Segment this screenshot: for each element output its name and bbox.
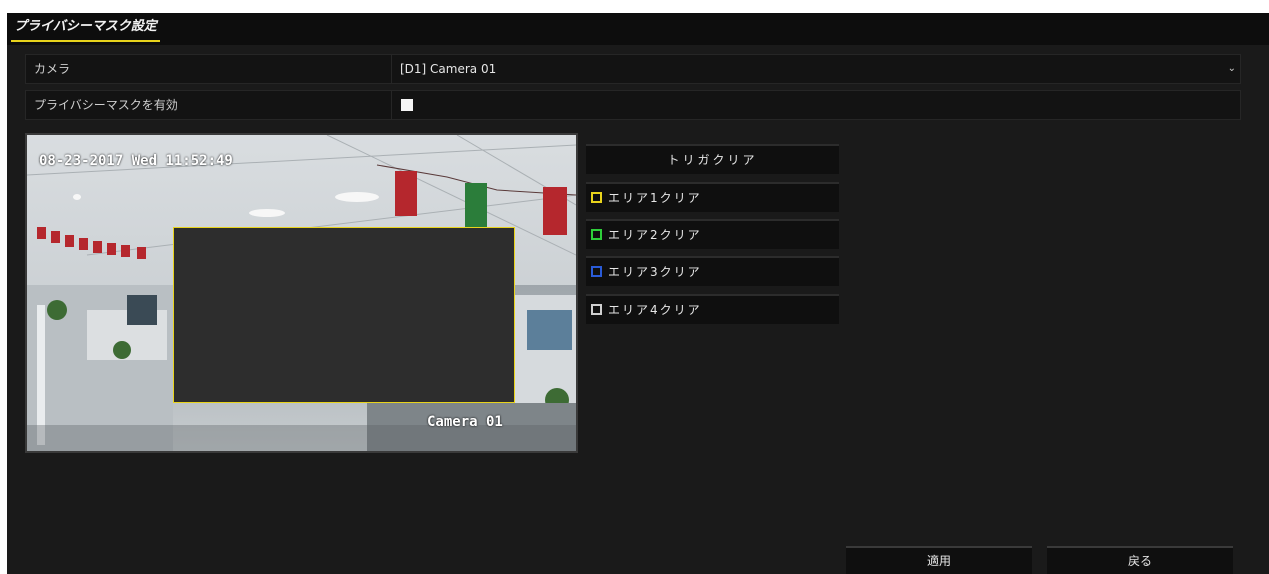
camera-preview[interactable]: 08-23-2017 Wed 11:52:49 Camera 01	[25, 133, 578, 453]
tab-privacy-mask-settings[interactable]: プライバシーマスク設定	[11, 16, 160, 42]
area-4-clear-label: エリア4クリア	[608, 303, 702, 317]
enable-mask-row: プライバシーマスクを有効	[25, 90, 1241, 120]
enable-mask-checkbox[interactable]	[401, 99, 413, 111]
area-2-color-swatch	[591, 229, 602, 240]
privacy-mask-window: プライバシーマスク設定 カメラ [D1] Camera 01 ⌄ プライバシーマ…	[7, 13, 1269, 574]
area-4-clear-button[interactable]: エリア4クリア	[586, 294, 839, 324]
camera-select-value: [D1] Camera 01	[400, 62, 497, 76]
back-label: 戻る	[1127, 554, 1152, 568]
camera-select[interactable]: [D1] Camera 01 ⌄	[391, 55, 1240, 83]
tab-active-indicator	[11, 40, 160, 42]
area-2-clear-label: エリア2クリア	[608, 228, 702, 242]
trigger-clear-label: トリガクリア	[667, 153, 758, 167]
area-1-clear-button[interactable]: エリア1クリア	[586, 182, 839, 212]
camera-row: カメラ [D1] Camera 01 ⌄	[25, 54, 1241, 84]
camera-label: カメラ	[34, 62, 71, 76]
area-3-clear-button[interactable]: エリア3クリア	[586, 256, 839, 286]
area-1-color-swatch	[591, 192, 602, 203]
privacy-mask-area-1[interactable]	[173, 227, 515, 403]
chevron-down-icon: ⌄	[1227, 63, 1236, 74]
area-2-clear-button[interactable]: エリア2クリア	[586, 219, 839, 249]
osd-timestamp: 08-23-2017 Wed 11:52:49	[39, 153, 233, 169]
area-3-clear-label: エリア3クリア	[608, 265, 702, 279]
tab-bar: プライバシーマスク設定	[7, 13, 1269, 45]
enable-mask-label: プライバシーマスクを有効	[34, 98, 178, 112]
tab-label: プライバシーマスク設定	[14, 19, 157, 34]
trigger-clear-button[interactable]: トリガクリア	[586, 144, 839, 174]
apply-label: 適用	[926, 554, 951, 568]
enable-mask-field	[391, 91, 1240, 119]
apply-button[interactable]: 適用	[846, 546, 1032, 574]
area-3-color-swatch	[591, 266, 602, 277]
area-1-clear-label: エリア1クリア	[608, 191, 702, 205]
osd-camera-name: Camera 01	[427, 414, 503, 430]
area-4-color-swatch	[591, 304, 602, 315]
back-button[interactable]: 戻る	[1047, 546, 1233, 574]
